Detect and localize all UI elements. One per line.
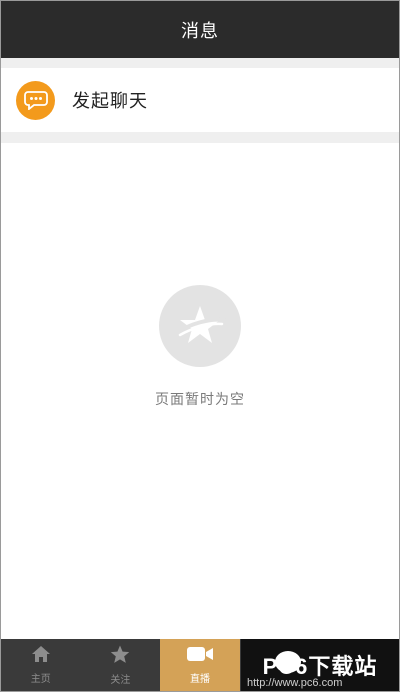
empty-state-text: 页面暂时为空 (155, 392, 245, 408)
chat-bubble-icon (16, 80, 55, 120)
empty-state: 页面暂时为空 (1, 285, 399, 409)
tab-live[interactable]: 直播 (160, 639, 240, 691)
tab-follow-label: 关注 (110, 674, 131, 686)
watermark-overlay: PC6下载站 http://www.pc6.com (241, 639, 399, 691)
section-divider (1, 58, 399, 68)
page-title: 消息 (181, 20, 219, 42)
chat-icon (275, 651, 301, 673)
tab-home-label: 主页 (30, 674, 51, 685)
star-icon (110, 645, 130, 668)
tab-home[interactable]: 主页 (1, 639, 81, 691)
top-bar: 消息 (1, 1, 399, 58)
watermark-url: http://www.pc6.com (247, 677, 343, 689)
start-chat-label: 发起聊天 (72, 91, 148, 112)
video-camera-icon (186, 645, 214, 667)
home-icon (31, 645, 51, 667)
tab-live-label: 直播 (189, 674, 210, 685)
app-frame: 消息 发起聊天 页面暂时为空 主页 关注 直播 PC6下载站 http://ww… (0, 0, 400, 692)
section-divider (1, 132, 399, 143)
start-chat-row[interactable]: 发起聊天 (1, 68, 399, 132)
star-logo-icon (159, 285, 241, 367)
tab-follow[interactable]: 关注 (81, 639, 161, 691)
